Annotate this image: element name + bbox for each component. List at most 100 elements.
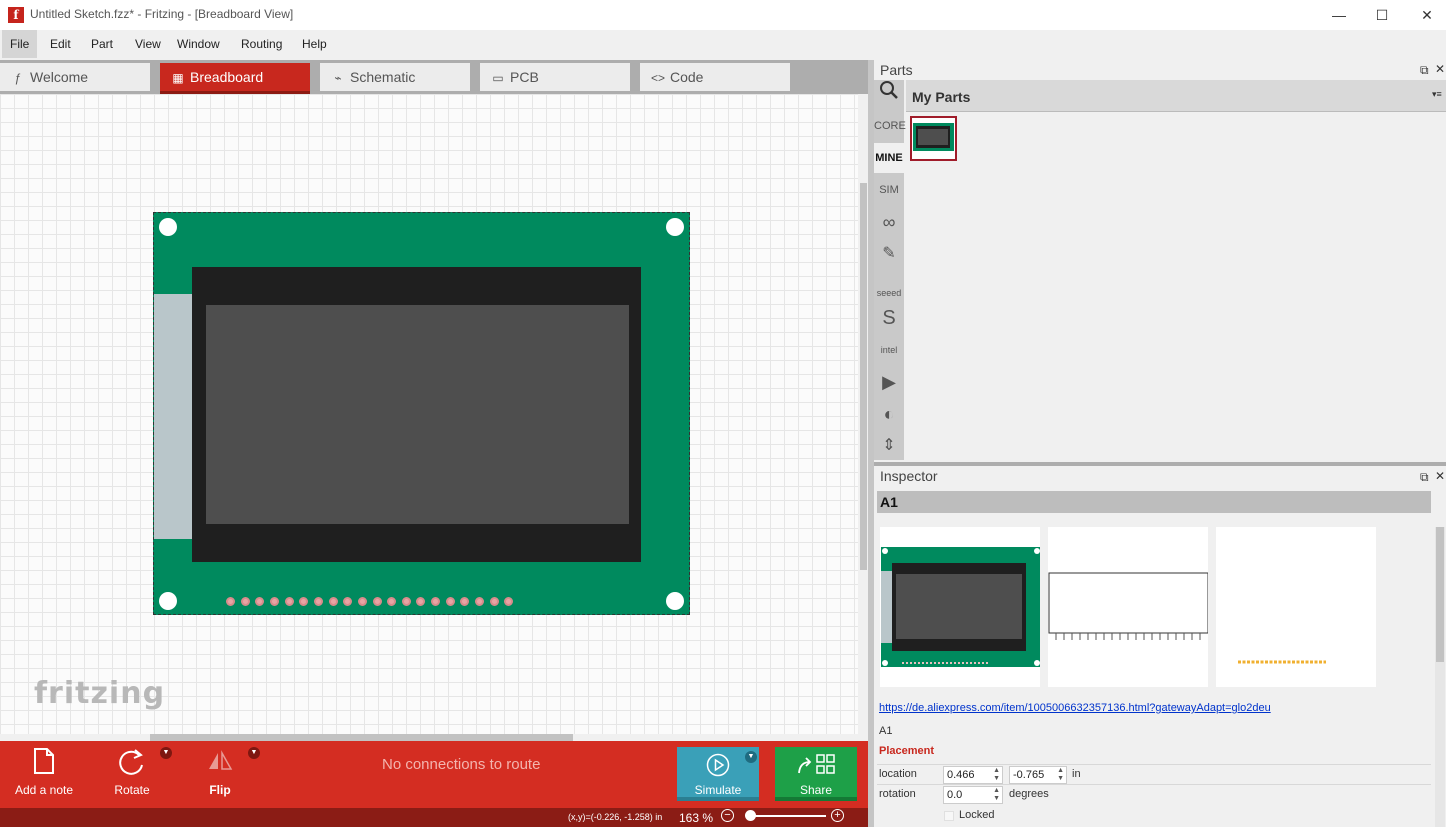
add-note-label: Add a note (14, 783, 74, 797)
header-pin[interactable] (475, 597, 485, 606)
code-icon: <> (650, 71, 665, 85)
tab-code[interactable]: <> Code (640, 63, 790, 91)
spinner-arrows-icon[interactable]: ▲ ▼ (1057, 767, 1064, 783)
my-parts-header (906, 80, 1446, 112)
flip-dropdown-icon[interactable]: ▼ (248, 747, 260, 759)
part-title-bar (877, 491, 1431, 513)
canvas-horizontal-scroll-thumb[interactable] (150, 734, 573, 741)
header-pin[interactable] (328, 597, 338, 606)
parts-panel (874, 60, 1446, 462)
contrib-icon[interactable]: ✎ (874, 239, 904, 269)
header-pin[interactable] (445, 597, 455, 606)
window-title: Untitled Sketch.fzz* - Fritzing - [Bread… (30, 7, 294, 21)
tab-schematic[interactable]: ⌁ Schematic (320, 63, 470, 91)
spinner-arrows-icon[interactable]: ▲ ▼ (993, 767, 1000, 783)
undock-icon[interactable]: ⧉ (1420, 470, 1429, 485)
close-panel-icon[interactable]: ✕ (1435, 62, 1445, 76)
cursor-coordinates: (x,y)=(-0.226, -1.258) in (568, 812, 663, 822)
bin-core[interactable]: CORE (874, 111, 906, 141)
mounting-hole (159, 592, 177, 610)
zoom-slider-handle[interactable] (745, 810, 756, 821)
zoom-level: 163 % (679, 811, 714, 825)
add-note-button[interactable]: Add a note (10, 741, 78, 808)
undock-icon[interactable]: ⧉ (1420, 63, 1429, 78)
header-pin[interactable] (313, 597, 323, 606)
mounting-hole (159, 218, 177, 236)
part-thumbnail-lcd[interactable] (910, 116, 957, 161)
search-icon[interactable] (874, 80, 904, 110)
location-x-input[interactable]: 0.466 ▲ ▼ (943, 766, 1003, 784)
part-url-link[interactable]: https://de.aliexpress.com/item/100500663… (879, 702, 1271, 714)
tab-label: Schematic (350, 69, 416, 85)
tab-label: PCB (510, 69, 539, 85)
status-bar (0, 808, 868, 827)
fritzing-f-icon: ƒ (14, 71, 22, 85)
close-panel-icon[interactable]: ✕ (1435, 469, 1445, 483)
bin-mine[interactable]: MINE (874, 143, 904, 173)
header-pin[interactable] (357, 597, 367, 606)
share-button[interactable]: Share (775, 747, 857, 801)
header-pin[interactable] (284, 597, 294, 606)
flip-label: Flip (209, 783, 231, 797)
seeed-icon[interactable]: seeed (874, 271, 904, 301)
rotate-label: Rotate (114, 783, 150, 797)
rotate-button[interactable]: Rotate (104, 741, 160, 808)
menu-window[interactable]: Window (169, 30, 228, 58)
part-title[interactable]: A1 (880, 494, 898, 510)
inspector-scroll-thumb[interactable] (1436, 527, 1444, 662)
header-pin[interactable] (401, 597, 411, 606)
breadboard-view-preview (880, 527, 1040, 687)
simulate-dropdown-icon[interactable]: ▼ (745, 751, 757, 763)
sparkfun-icon[interactable]: S (874, 303, 904, 333)
divider (877, 784, 1431, 785)
header-pin[interactable] (226, 597, 235, 606)
bin-sim[interactable]: SIM (874, 175, 904, 205)
zoom-in-icon[interactable]: + (831, 809, 844, 822)
menu-routing[interactable]: Routing (233, 30, 290, 58)
snootlab-icon[interactable]: ▶ (874, 367, 904, 397)
menu-help[interactable]: Help (294, 30, 335, 58)
header-pin[interactable] (269, 597, 279, 606)
tab-welcome[interactable]: ƒ Welcome (0, 63, 150, 91)
menu-edit[interactable]: Edit (42, 30, 79, 58)
inspector-title: Inspector (880, 468, 938, 484)
schematic-view-preview (1048, 527, 1209, 687)
arduino-icon[interactable]: ∞ (874, 207, 904, 237)
tab-breadboard[interactable]: ▦ Breadboard (160, 63, 310, 95)
header-pin[interactable] (489, 597, 499, 606)
tab-label: Breadboard (190, 69, 264, 85)
menu-view[interactable]: View (127, 30, 169, 58)
zoom-out-icon[interactable]: − (721, 809, 734, 822)
header-pin[interactable] (240, 597, 250, 606)
close-button[interactable]: ✕ (1404, 0, 1446, 30)
zoom-slider-track[interactable] (746, 815, 826, 817)
placement-header[interactable]: Placement (879, 745, 934, 757)
menu-part[interactable]: Part (83, 30, 121, 58)
header-pin[interactable] (372, 597, 382, 606)
rotation-input[interactable]: 0.0 ▲ ▼ (943, 786, 1003, 804)
rotation-label: rotation (879, 788, 916, 800)
locked-checkbox[interactable] (944, 811, 954, 821)
maximize-button[interactable]: ☐ (1359, 0, 1405, 30)
mounting-hole (666, 218, 684, 236)
minimize-button[interactable]: — (1316, 0, 1362, 30)
flip-button[interactable]: Flip (192, 741, 248, 808)
lilypad-icon[interactable]: ◐ (874, 399, 904, 429)
note-icon (10, 747, 78, 777)
rotate-dropdown-icon[interactable]: ▼ (160, 747, 172, 759)
fritzing-app-icon: f (8, 7, 24, 23)
location-y-input[interactable]: -0.765 ▲ ▼ (1009, 766, 1067, 784)
rotate-icon (104, 747, 160, 777)
locked-label: Locked (959, 809, 995, 821)
spinner-arrows-icon[interactable]: ▲ ▼ (993, 787, 1000, 803)
scroll-bins-icon[interactable]: ⇕ (874, 431, 904, 461)
rotation-value: 0.0 (947, 789, 963, 801)
share-grid-icon (775, 753, 857, 780)
view-tab-bar: ƒ Welcome ▦ Breadboard ⌁ Schematic ▭ PCB <> C… (0, 60, 868, 95)
intel-icon[interactable]: intel (874, 335, 904, 365)
part-label: A1 (879, 725, 893, 737)
menu-file[interactable]: File (2, 30, 38, 58)
bin-menu-icon[interactable]: ▾≡ (1432, 89, 1442, 100)
canvas-vertical-scroll-thumb[interactable] (860, 183, 867, 570)
tab-pcb[interactable]: ▭ PCB (480, 63, 630, 91)
